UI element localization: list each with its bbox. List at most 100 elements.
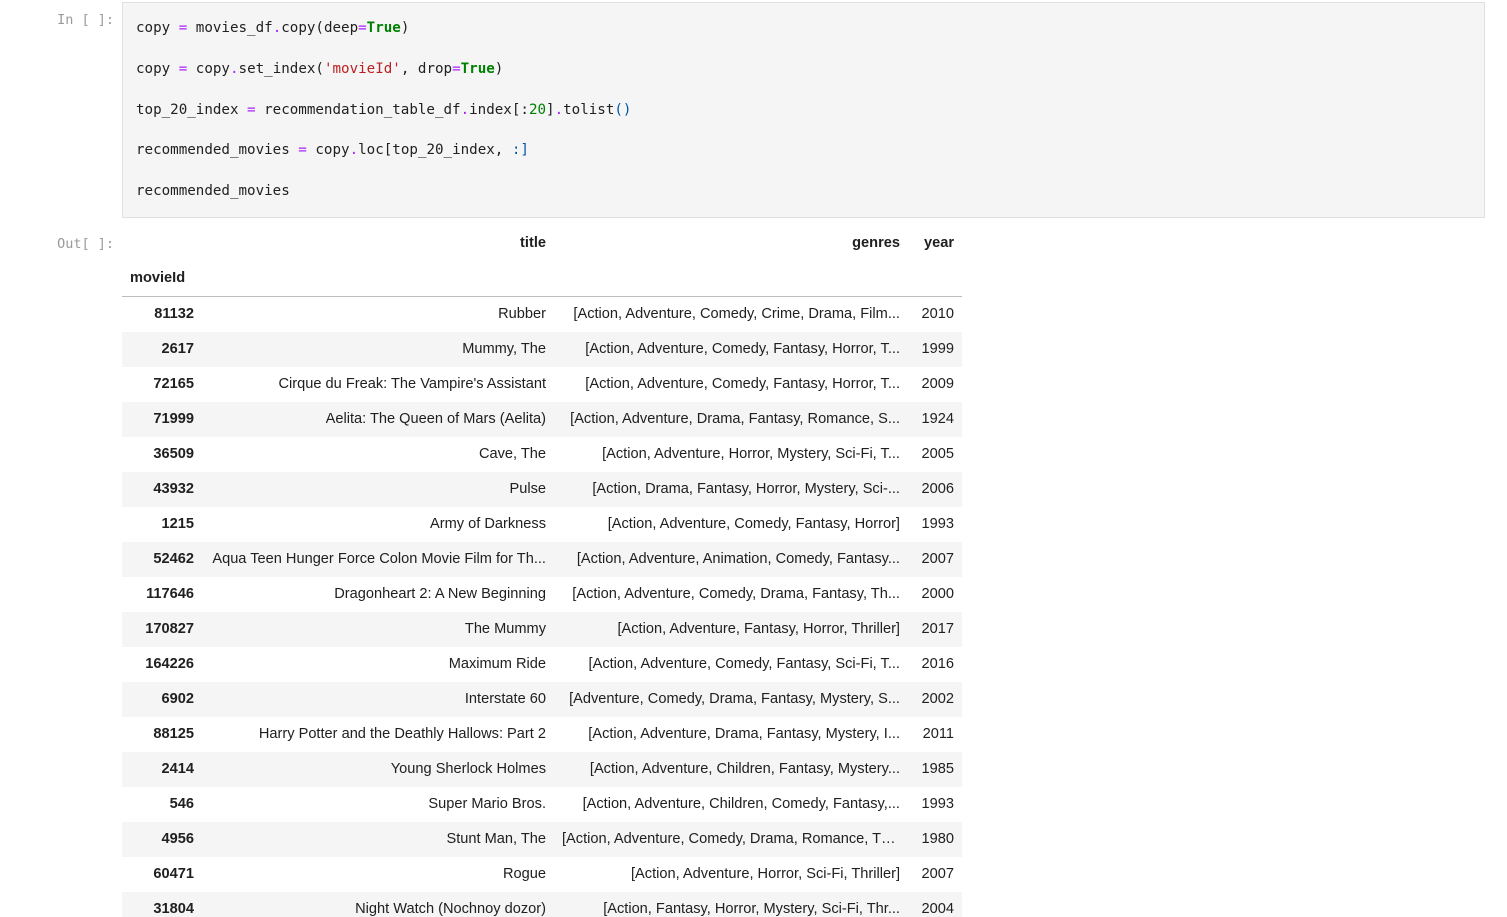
table-row: 2617 Mummy, The [Action, Adventure, Comedy… <box>122 332 962 367</box>
cell-year: 2004 <box>921 901 954 917</box>
row-index-movieid: 60471 <box>153 866 194 882</box>
code-token: . <box>272 20 282 36</box>
index-name-row: movieId <box>122 261 962 297</box>
code-token: ] <box>546 102 555 118</box>
index-name-header: movieId <box>122 261 202 297</box>
cell-title-text: Cirque du Freak: The Vampire's Assistant <box>278 376 546 392</box>
code-token: set_index( <box>238 61 324 77</box>
code-token: copy <box>136 20 179 36</box>
code-token: . <box>554 102 564 118</box>
cell-title: Harry Potter and the Deathly Hallows: Pa… <box>202 717 554 752</box>
cell-year: 2005 <box>921 446 954 462</box>
cell-year: 1985 <box>921 761 954 777</box>
row-index-movieid: 6902 <box>161 691 194 707</box>
row-index-movieid: 43932 <box>153 481 194 497</box>
code-token: recommendation_table_df <box>255 102 461 118</box>
cell-title: Pulse <box>202 472 554 507</box>
table-row: 2414 Young Sherlock Holmes [Action, Advent… <box>122 752 962 787</box>
code-token: = <box>247 102 256 118</box>
cell-title-text: Harry Potter and the Deathly Hallows: Pa… <box>258 726 546 742</box>
code-token: copy <box>136 61 179 77</box>
code-token: copy <box>187 61 230 77</box>
code-token: = <box>178 61 188 77</box>
code-token: ) <box>400 20 410 36</box>
cell-title: Mummy, The <box>202 332 554 367</box>
cell-year: 2009 <box>921 376 954 392</box>
row-index-movieid: 81132 <box>154 306 194 322</box>
cell-year: 2002 <box>921 691 954 707</box>
cell-genres: [Action, Adventure, Drama, Fantasy, Myst… <box>554 717 908 752</box>
row-index-movieid: 4956 <box>161 831 194 847</box>
code-token: . <box>349 142 359 158</box>
table-row: 546 Super Mario Bros. [Action, Adventure, … <box>122 787 962 822</box>
cell-year: 2010 <box>921 306 954 322</box>
cell-title-text: Rubber <box>498 306 546 322</box>
cell-title-text: The Mummy <box>464 621 546 637</box>
table-row: 88125 Harry Potter and the Deathly Hallow… <box>122 717 962 752</box>
code-token: True <box>366 20 401 36</box>
output-prompt: Out[ ]: <box>57 236 114 252</box>
table-row: 52462 Aqua Teen Hunger Force Colon Movie … <box>122 542 962 577</box>
cell-year: 1924 <box>921 411 954 427</box>
cell-genres: [Action, Drama, Fantasy, Horror, Mystery… <box>554 472 908 507</box>
cell-title: Aelita: The Queen of Mars (Aelita) <box>202 402 554 437</box>
cell-year: 1999 <box>921 341 954 357</box>
code-line: copy = movies_df.copy(deep=True) <box>136 19 409 37</box>
code-token: True <box>460 61 495 77</box>
code-cell[interactable]: copy = movies_df.copy(deep=True) copy = c… <box>122 2 1485 218</box>
code-token: . <box>460 102 470 118</box>
cell-genres-text: [Action, Adventure, Drama, Fantasy, Roma… <box>570 411 900 427</box>
row-index-movieid: 1215 <box>161 516 194 532</box>
row-index-movieid: 164226 <box>145 656 194 672</box>
cell-genres-text: [Action, Adventure, Comedy, Drama, Fanta… <box>572 586 900 602</box>
column-header-title: title <box>520 235 546 251</box>
cell-title: Maximum Ride <box>202 647 554 682</box>
code-line: copy = copy.set_index('movieId', drop=Tr… <box>136 60 503 78</box>
cell-genres-text: [Action, Adventure, Horror, Mystery, Sci… <box>602 446 900 462</box>
code-line: recommended_movies = copy.loc[top_20_ind… <box>136 141 529 159</box>
cell-genres: [Action, Adventure, Horror, Mystery, Sci… <box>554 437 908 472</box>
row-index-movieid: 71999 <box>153 411 194 427</box>
code-token: , drop <box>400 61 453 77</box>
table-row: 36509 Cave, The [Action, Adventure, Horror… <box>122 437 962 472</box>
cell-title: Night Watch (Nochnoy dozor) <box>202 892 554 917</box>
cell-year: 2017 <box>921 621 954 637</box>
cell-title-text: Interstate 60 <box>464 691 546 707</box>
code-token: . <box>229 61 239 77</box>
cell-title-text: Pulse <box>509 481 546 497</box>
cell-genres: [Action, Adventure, Comedy, Fantasy, Hor… <box>554 507 908 542</box>
cell-genres: [Action, Adventure, Comedy, Fantasy, Hor… <box>554 332 908 367</box>
cell-genres: [Action, Adventure, Animation, Comedy, F… <box>554 542 908 577</box>
code-line: top_20_index = recommendation_table_df.i… <box>136 101 631 119</box>
row-index-movieid: 88125 <box>153 726 194 742</box>
table-row: 4956 Stunt Man, The [Action, Adventure, Co… <box>122 822 962 857</box>
code-token: = <box>358 20 367 36</box>
cell-title: Stunt Man, The <box>202 822 554 857</box>
row-index-movieid: 2617 <box>161 341 194 357</box>
cell-genres-text: [Action, Adventure, Comedy, Fantasy, Sci… <box>588 656 900 672</box>
code-token: 20 <box>528 102 547 118</box>
cell-genres-text: [Action, Adventure, Children, Comedy, Fa… <box>582 796 900 812</box>
cell-year: 2011 <box>922 726 954 742</box>
cell-genres: [Action, Adventure, Comedy, Fantasy, Sci… <box>554 647 908 682</box>
cell-title-text: Maximum Ride <box>448 656 546 672</box>
code-token: () <box>614 102 632 118</box>
code-token: = <box>298 142 307 158</box>
cell-title: Rogue <box>202 857 554 892</box>
cell-genres: [Adventure, Comedy, Drama, Fantasy, Myst… <box>554 682 908 717</box>
cell-title: Dragonheart 2: A New Beginning <box>202 577 554 612</box>
code-token: ) <box>494 61 504 77</box>
column-header-genres: genres <box>852 235 900 251</box>
cell-title-text: Aelita: The Queen of Mars (Aelita) <box>325 411 546 427</box>
cell-genres-text: [Action, Adventure, Animation, Comedy, F… <box>576 551 900 567</box>
cell-genres: [Action, Adventure, Drama, Fantasy, Roma… <box>554 402 908 437</box>
index-name-spacer <box>202 261 554 297</box>
code-line: recommended_movies <box>136 182 290 200</box>
cell-genres: [Action, Adventure, Children, Fantasy, M… <box>554 752 908 787</box>
cell-year: 1980 <box>921 831 954 847</box>
code-token: copy(deep <box>281 20 359 36</box>
cell-year: 1993 <box>921 796 954 812</box>
cell-genres-text: [Action, Adventure, Comedy, Fantasy, Hor… <box>585 376 900 392</box>
cell-genres: [Action, Adventure, Comedy, Crime, Drama… <box>554 297 908 333</box>
table-row: 170827 The Mummy [Action, Adventure, Fanta… <box>122 612 962 647</box>
